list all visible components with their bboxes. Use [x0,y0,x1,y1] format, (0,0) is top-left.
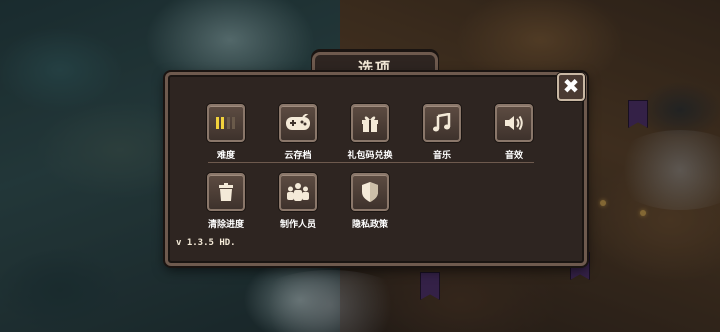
difficulty-bars-icon [207,104,245,142]
difficulty-label: 难度 [216,151,235,161]
gift-icon [351,104,389,142]
cloud-save-label: 云存档 [284,151,312,161]
section-divider [208,162,534,163]
options-dialog [165,72,587,266]
people-icon [279,173,317,211]
privacy-policy-button[interactable]: 隐私政策 [335,173,405,230]
trash-can-icon [207,173,245,211]
difficulty-button[interactable]: 难度 [191,104,261,161]
clear-progress-label: 清除进度 [207,220,244,230]
close-button[interactable]: ✖ [557,73,585,101]
music-note-icon [423,104,461,142]
music-button[interactable]: 音乐 [407,104,477,161]
credits-label: 制作人员 [279,220,316,230]
clear-progress-button[interactable]: 清除进度 [191,173,261,230]
close-icon: ✖ [562,74,580,98]
version-text: v 1.3.5 HD. [176,238,236,248]
sound-effects-label: 音效 [504,151,523,161]
speaker-icon [495,104,533,142]
music-label: 音乐 [432,151,451,161]
credits-button[interactable]: 制作人员 [263,173,333,230]
sound-effects-button[interactable]: 音效 [479,104,549,161]
gift-code-button[interactable]: 礼包码兑换 [335,104,405,161]
cloud-save-button[interactable]: 云存档 [263,104,333,161]
gift-code-label: 礼包码兑换 [347,151,393,161]
shield-icon [351,173,389,211]
gamepad-icon [279,104,317,142]
privacy-policy-label: 隐私政策 [351,220,388,230]
